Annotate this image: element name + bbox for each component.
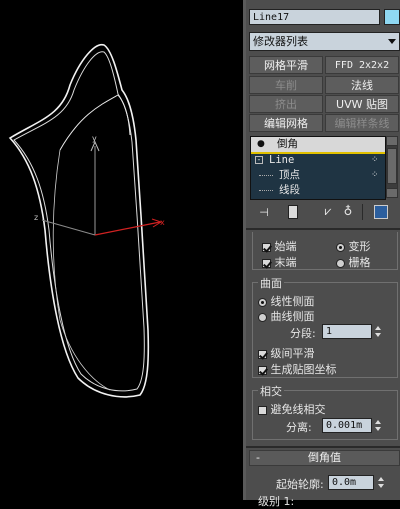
cap-morph-radio[interactable] (336, 242, 345, 252)
start-outline-input[interactable]: 0.0m (328, 475, 374, 490)
separation-label: 分离: (286, 421, 312, 434)
spline-outer (8, 44, 150, 398)
rollout-divider (246, 446, 400, 448)
start-outline-spinner[interactable] (377, 476, 385, 490)
intersections-group-title: 相交 (258, 383, 284, 399)
gizmo-z-axis (41, 219, 96, 236)
curved-sides-radio[interactable] (258, 312, 267, 322)
separation-input[interactable]: 0.001m (322, 418, 372, 433)
object-color-swatch[interactable] (384, 9, 400, 25)
segments-label: 分段: (290, 327, 316, 340)
gizmo-z-label: z (34, 213, 38, 222)
stack-item-segment[interactable]: 线段 (251, 183, 385, 198)
collapse-minus-icon[interactable]: - (255, 156, 263, 164)
scroll-down-button[interactable] (386, 188, 398, 198)
cap-grid-option[interactable]: 栅格 (336, 254, 371, 270)
collapse-rollout-icon[interactable]: - (256, 451, 260, 465)
gizmo-y-label: y (92, 134, 97, 143)
curved-sides-option[interactable]: 曲线侧面 (258, 308, 315, 324)
cap-start-checkbox[interactable] (262, 242, 271, 252)
chevron-down-icon[interactable] (388, 39, 396, 44)
viewport-canvas[interactable]: y x z (0, 0, 243, 500)
lathe-button[interactable]: 车削 (249, 76, 323, 94)
cap-start-option[interactable]: 始端 (262, 238, 297, 254)
stack-item-vertex[interactable]: 顶点 ⁘ (251, 168, 385, 183)
level1-label: 级别 1: (258, 495, 295, 508)
modifier-list-dropdown[interactable]: 修改器列表 (249, 32, 400, 51)
cap-end-label: 末端 (274, 256, 297, 269)
modifier-list-label: 修改器列表 (253, 35, 308, 48)
linear-sides-radio[interactable] (258, 297, 267, 307)
stack-item-label: Line (269, 154, 295, 166)
edit-mesh-button[interactable]: 编辑网格 (249, 114, 323, 132)
command-panel: Line17 修改器列表 网格平滑 FFD 2x2x2 车削 法线 挤出 UVW… (246, 0, 400, 508)
edit-spline-button[interactable]: 编辑样条线 (325, 114, 399, 132)
configure-sets-icon[interactable] (374, 205, 388, 219)
sub-object-dots-icon: ⁘ (371, 155, 379, 165)
make-unique-icon[interactable]: ⩗ (320, 204, 336, 219)
show-end-result-icon[interactable] (288, 205, 298, 219)
bevel-values-rollout-header[interactable]: - 倒角值 (249, 450, 400, 466)
separation-spinner[interactable] (374, 419, 382, 433)
object-name-field[interactable]: Line17 (249, 9, 380, 25)
rollout-divider (246, 228, 400, 230)
remove-modifier-icon[interactable]: ♁ (340, 204, 356, 218)
segments-input[interactable]: 1 (322, 324, 372, 339)
cap-grid-radio[interactable] (336, 258, 345, 268)
stack-item-label: 线段 (279, 184, 300, 196)
stack-item-label: 倒角 (277, 138, 298, 150)
extrude-button[interactable]: 挤出 (249, 95, 323, 113)
cap-end-option[interactable]: 末端 (262, 254, 297, 270)
smooth-across-levels-checkbox[interactable] (258, 349, 267, 359)
bevel-side (52, 149, 111, 391)
segments-spinner[interactable] (374, 325, 382, 339)
tree-branch-icon (259, 190, 273, 192)
cap-end-checkbox[interactable] (262, 258, 271, 268)
start-outline-label: 起始轮廓: (276, 478, 324, 491)
cap-morph-option[interactable]: 变形 (336, 238, 371, 254)
cap-start-label: 始端 (274, 240, 297, 253)
normal-button[interactable]: 法线 (325, 76, 399, 94)
pin-stack-icon[interactable]: ⊣ (256, 206, 272, 219)
gizmo-x-axis (94, 221, 161, 236)
viewport[interactable]: y x z (0, 0, 243, 500)
uvw-map-button[interactable]: UVW 贴图 (325, 95, 399, 113)
linear-sides-option[interactable]: 线性侧面 (258, 293, 315, 309)
scroll-up-button[interactable] (386, 136, 398, 146)
stack-item-bevel[interactable]: ● 倒角 (251, 137, 385, 152)
modifier-stack[interactable]: ● 倒角 - Line ⁘ 顶点 ⁘ 线段 (250, 136, 386, 200)
cap-morph-label: 变形 (348, 240, 371, 253)
curved-sides-label: 曲线侧面 (270, 310, 315, 323)
cap-grid-label: 栅格 (348, 256, 371, 269)
sub-object-dots-icon: ⁘ (371, 170, 379, 180)
meshsmooth-button[interactable]: 网格平滑 (249, 56, 323, 74)
stack-item-label: 顶点 (279, 169, 300, 181)
smooth-across-levels-label: 级间平滑 (270, 347, 315, 360)
gen-mapping-coords-option[interactable]: 生成贴图坐标 (258, 361, 337, 377)
smooth-across-levels-option[interactable]: 级间平滑 (258, 345, 315, 361)
scroll-thumb[interactable] (387, 148, 397, 184)
toolbar-divider (362, 204, 363, 220)
lightbulb-icon[interactable]: ● (257, 137, 265, 152)
tree-branch-icon (259, 175, 273, 177)
linear-sides-label: 线性侧面 (270, 295, 315, 308)
keep-lines-apart-option[interactable]: 避免线相交 (258, 401, 326, 417)
gen-mapping-coords-checkbox[interactable] (258, 365, 267, 375)
bevel-values-title: 倒角值 (308, 451, 341, 464)
gizmo-x-label: x (160, 218, 165, 227)
ffd-button[interactable]: FFD 2x2x2 (325, 56, 399, 74)
keep-lines-apart-checkbox[interactable] (258, 405, 267, 415)
keep-lines-apart-label: 避免线相交 (270, 403, 326, 416)
stack-item-line[interactable]: - Line ⁘ (251, 153, 385, 168)
gen-mapping-coords-label: 生成贴图坐标 (270, 363, 337, 376)
surface-group-title: 曲面 (258, 275, 284, 291)
